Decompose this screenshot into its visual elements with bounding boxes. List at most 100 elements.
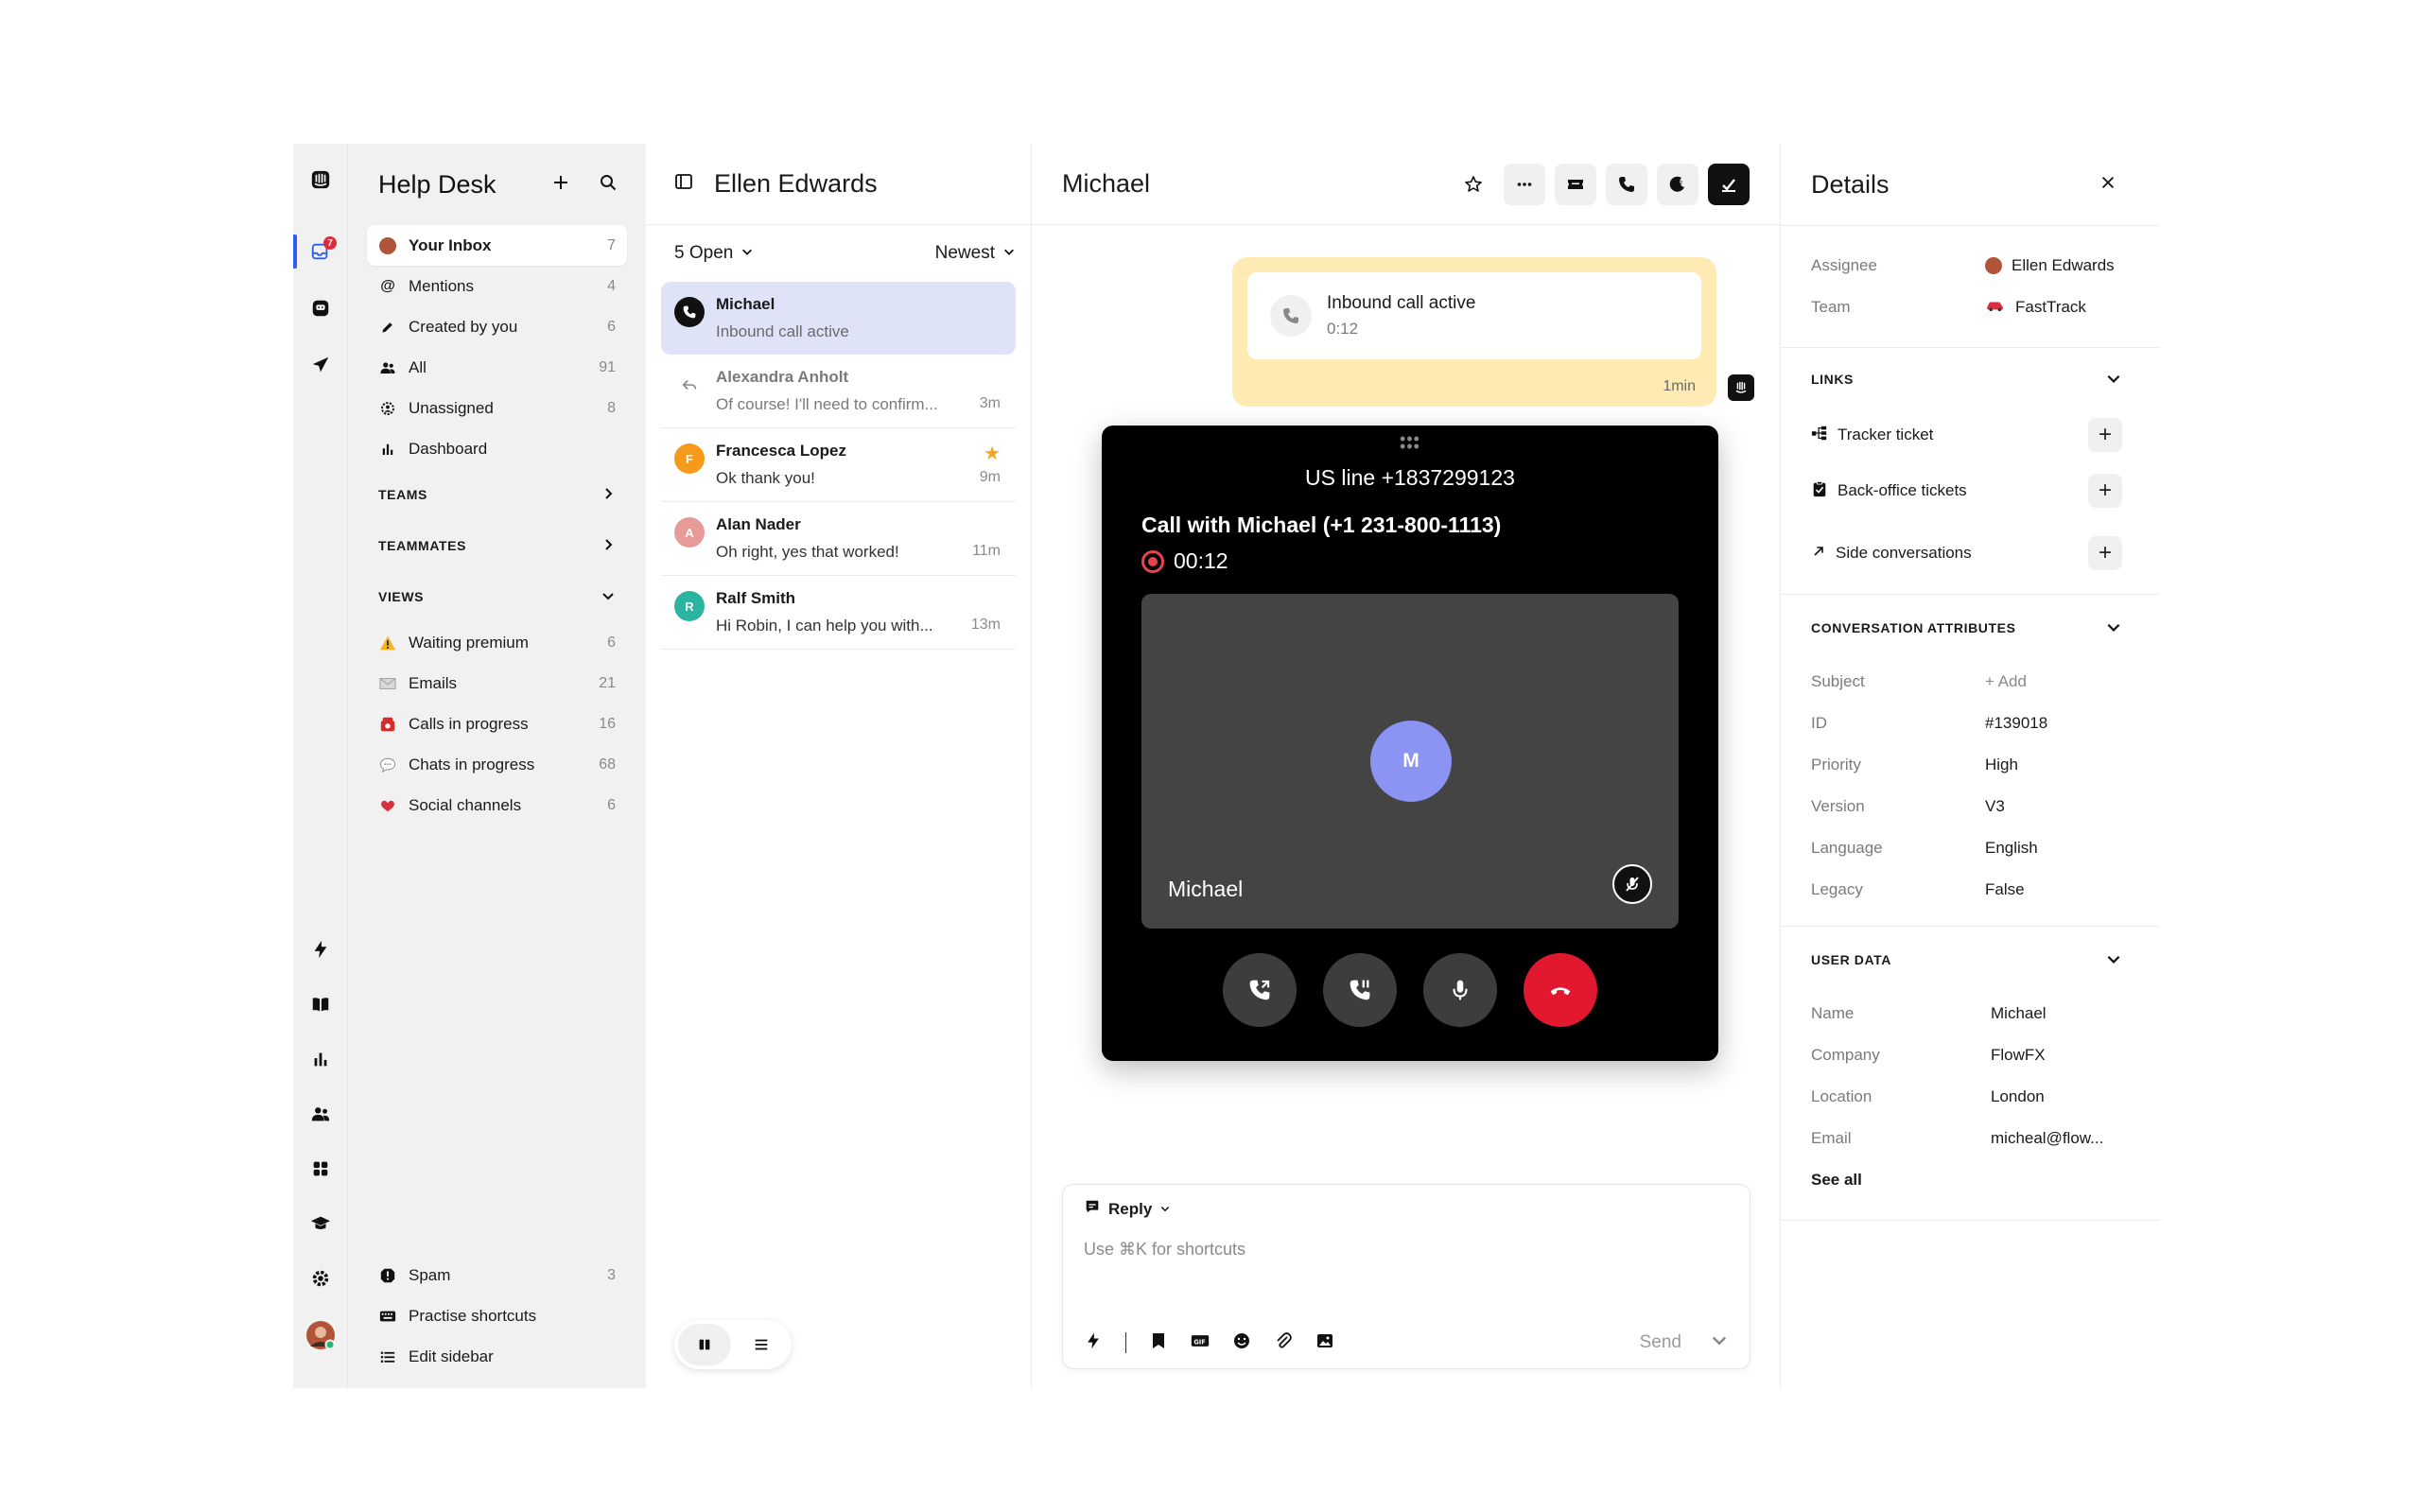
more-options-icon[interactable]: [1504, 163, 1545, 205]
see-all-link[interactable]: See all: [1811, 1159, 2122, 1201]
split-view-icon[interactable]: [678, 1324, 731, 1365]
attributes-section-header[interactable]: CONVERSATION ATTRIBUTES: [1811, 595, 2122, 661]
star-icon[interactable]: ★: [984, 442, 1001, 465]
phone-call-icon[interactable]: [1606, 163, 1647, 205]
link-back-office-tickets: Back-office tickets +: [1811, 460, 2122, 522]
toggle-panel-icon[interactable]: [674, 172, 693, 196]
drag-handle-icon[interactable]: ••• •••: [1400, 430, 1420, 455]
section-label: CONVERSATION ATTRIBUTES: [1811, 620, 2016, 635]
lightning-icon[interactable]: [293, 930, 348, 968]
ticket-icon[interactable]: [1555, 163, 1596, 205]
add-tracker-ticket-button[interactable]: +: [2088, 418, 2122, 452]
conversation-time: 11m: [972, 543, 1001, 559]
conversation-item-francesca-lopez[interactable]: F Francesca Lopez Ok thank you! ★ 9m: [661, 428, 1016, 502]
app-logo-icon[interactable]: [293, 161, 348, 199]
sidebar-item-waiting-premium[interactable]: Waiting premium 6: [367, 622, 627, 663]
image-icon[interactable]: [1315, 1331, 1334, 1355]
book-icon[interactable]: [293, 985, 348, 1023]
sidebar-item-edit-sidebar[interactable]: Edit sidebar: [367, 1336, 627, 1377]
conversation-item-alexandra-anholt[interactable]: Alexandra Anholt Of course! I'll need to…: [661, 355, 1016, 428]
caller-avatar: M: [1370, 721, 1452, 802]
attribute-row-legacy[interactable]: Legacy False: [1811, 869, 2122, 911]
snooze-moon-icon[interactable]: z: [1657, 163, 1698, 205]
sidebar-item-chats-in-progress[interactable]: Chats in progress 68: [367, 744, 627, 785]
sidebar-item-practise-shortcuts[interactable]: Practise shortcuts: [367, 1295, 627, 1336]
sidebar-section-teams[interactable]: TEAMS: [367, 469, 627, 520]
attribute-row-subject[interactable]: Subject + Add: [1811, 661, 2122, 703]
attribute-key: Legacy: [1811, 880, 1863, 898]
attribute-row-language[interactable]: Language English: [1811, 827, 2122, 869]
transfer-call-button[interactable]: [1223, 953, 1297, 1027]
contacts-icon[interactable]: [293, 1095, 348, 1133]
composer-input[interactable]: Use ⌘K for shortcuts: [1084, 1240, 1245, 1260]
star-icon[interactable]: [1453, 164, 1494, 205]
sort-dropdown[interactable]: Newest: [935, 243, 1016, 264]
microphone-button[interactable]: [1423, 953, 1497, 1027]
apps-grid-icon[interactable]: [293, 1150, 348, 1188]
sidebar-item-your-inbox[interactable]: Your Inbox 7: [367, 225, 627, 266]
chevron-down-icon[interactable]: [1710, 1330, 1729, 1355]
user-value: London: [1991, 1087, 2045, 1105]
status-filter-dropdown[interactable]: 5 Open: [674, 243, 754, 264]
search-icon[interactable]: [599, 173, 618, 197]
sidebar-section-views[interactable]: VIEWS: [367, 571, 627, 622]
details-title: Details: [1811, 169, 1890, 199]
lightning-icon[interactable]: [1084, 1331, 1103, 1355]
close-icon[interactable]: [2099, 174, 2116, 196]
inbox-owner-name: Ellen Edwards: [714, 169, 878, 198]
sidebar-section-teammates[interactable]: TEAMMATES: [367, 520, 627, 571]
add-back-office-ticket-button[interactable]: +: [2088, 474, 2122, 508]
sidebar-item-label: Created by you: [409, 317, 518, 336]
sidebar-item-emails[interactable]: Emails 21: [367, 663, 627, 704]
app-window: 7 Help Desk Your Inbox 7 @ Mentions 4 Cr…: [293, 144, 2160, 1388]
envelope-icon: [378, 674, 397, 693]
attachment-icon[interactable]: [1274, 1331, 1293, 1355]
add-icon[interactable]: [551, 173, 570, 197]
attribute-row-version[interactable]: Version V3: [1811, 786, 2122, 827]
conversation-time: 9m: [979, 469, 1001, 485]
sidebar-item-label: Your Inbox: [409, 235, 492, 254]
chevron-down-icon: [740, 243, 754, 264]
send-controls: Send: [1640, 1330, 1729, 1355]
call-status-bubble: Inbound call active 0:12 1min: [1232, 257, 1716, 407]
links-section-header[interactable]: LINKS: [1811, 348, 2122, 410]
team-row[interactable]: Team FastTrack: [1811, 287, 2122, 328]
user-avatar-icon[interactable]: [293, 1316, 348, 1354]
reports-icon[interactable]: [293, 1040, 348, 1078]
reply-mode-dropdown[interactable]: Reply: [1084, 1198, 1171, 1220]
sidebar-item-spam[interactable]: Spam 3: [367, 1255, 627, 1295]
hold-call-button[interactable]: [1323, 953, 1397, 1027]
chevron-right-icon: [601, 486, 616, 504]
assignee-row[interactable]: Assignee Ellen Edwards: [1811, 245, 2122, 287]
fin-bot-icon[interactable]: [293, 289, 348, 327]
end-call-button[interactable]: [1524, 953, 1597, 1027]
sidebar-item-dashboard[interactable]: Dashboard: [367, 428, 627, 469]
call-status-card[interactable]: Inbound call active 0:12: [1247, 272, 1701, 359]
emoji-icon[interactable]: [1232, 1331, 1251, 1355]
user-data-section-header[interactable]: USER DATA: [1811, 927, 2122, 993]
gif-icon[interactable]: GIF: [1191, 1331, 1210, 1355]
caller-name: Michael: [1168, 877, 1244, 901]
academy-cap-icon[interactable]: [293, 1205, 348, 1243]
settings-gear-icon[interactable]: [293, 1260, 348, 1297]
send-button[interactable]: Send: [1640, 1332, 1681, 1353]
add-side-conversation-button[interactable]: +: [2088, 536, 2122, 570]
team-label: Team: [1811, 298, 1851, 316]
sidebar-item-all[interactable]: All 91: [367, 347, 627, 388]
sidebar-item-mentions[interactable]: @ Mentions 4: [367, 266, 627, 306]
conversation-item-michael[interactable]: Michael Inbound call active: [661, 282, 1016, 355]
list-view-icon[interactable]: [735, 1324, 788, 1365]
sidebar-item-social-channels[interactable]: Social channels 6: [367, 785, 627, 826]
conversation-item-ralf-smith[interactable]: R Ralf Smith Hi Robin, I can help you wi…: [661, 576, 1016, 650]
bookmark-icon[interactable]: [1149, 1331, 1168, 1355]
conversation-item-alan-nader[interactable]: A Alan Nader Oh right, yes that worked! …: [661, 502, 1016, 576]
inbox-nav-icon[interactable]: 7: [293, 233, 348, 270]
sidebar-item-created-by-you[interactable]: Created by you 6: [367, 306, 627, 347]
close-conversation-icon[interactable]: [1708, 163, 1750, 205]
sidebar-item-calls-in-progress[interactable]: Calls in progress 16: [367, 704, 627, 744]
attribute-row-priority[interactable]: Priority High: [1811, 744, 2122, 786]
attribute-row-id[interactable]: ID #139018: [1811, 703, 2122, 744]
sidebar-item-unassigned[interactable]: Unassigned 8: [367, 388, 627, 428]
sidebar-item-count: 16: [599, 715, 616, 732]
outbound-send-icon[interactable]: [293, 346, 348, 384]
